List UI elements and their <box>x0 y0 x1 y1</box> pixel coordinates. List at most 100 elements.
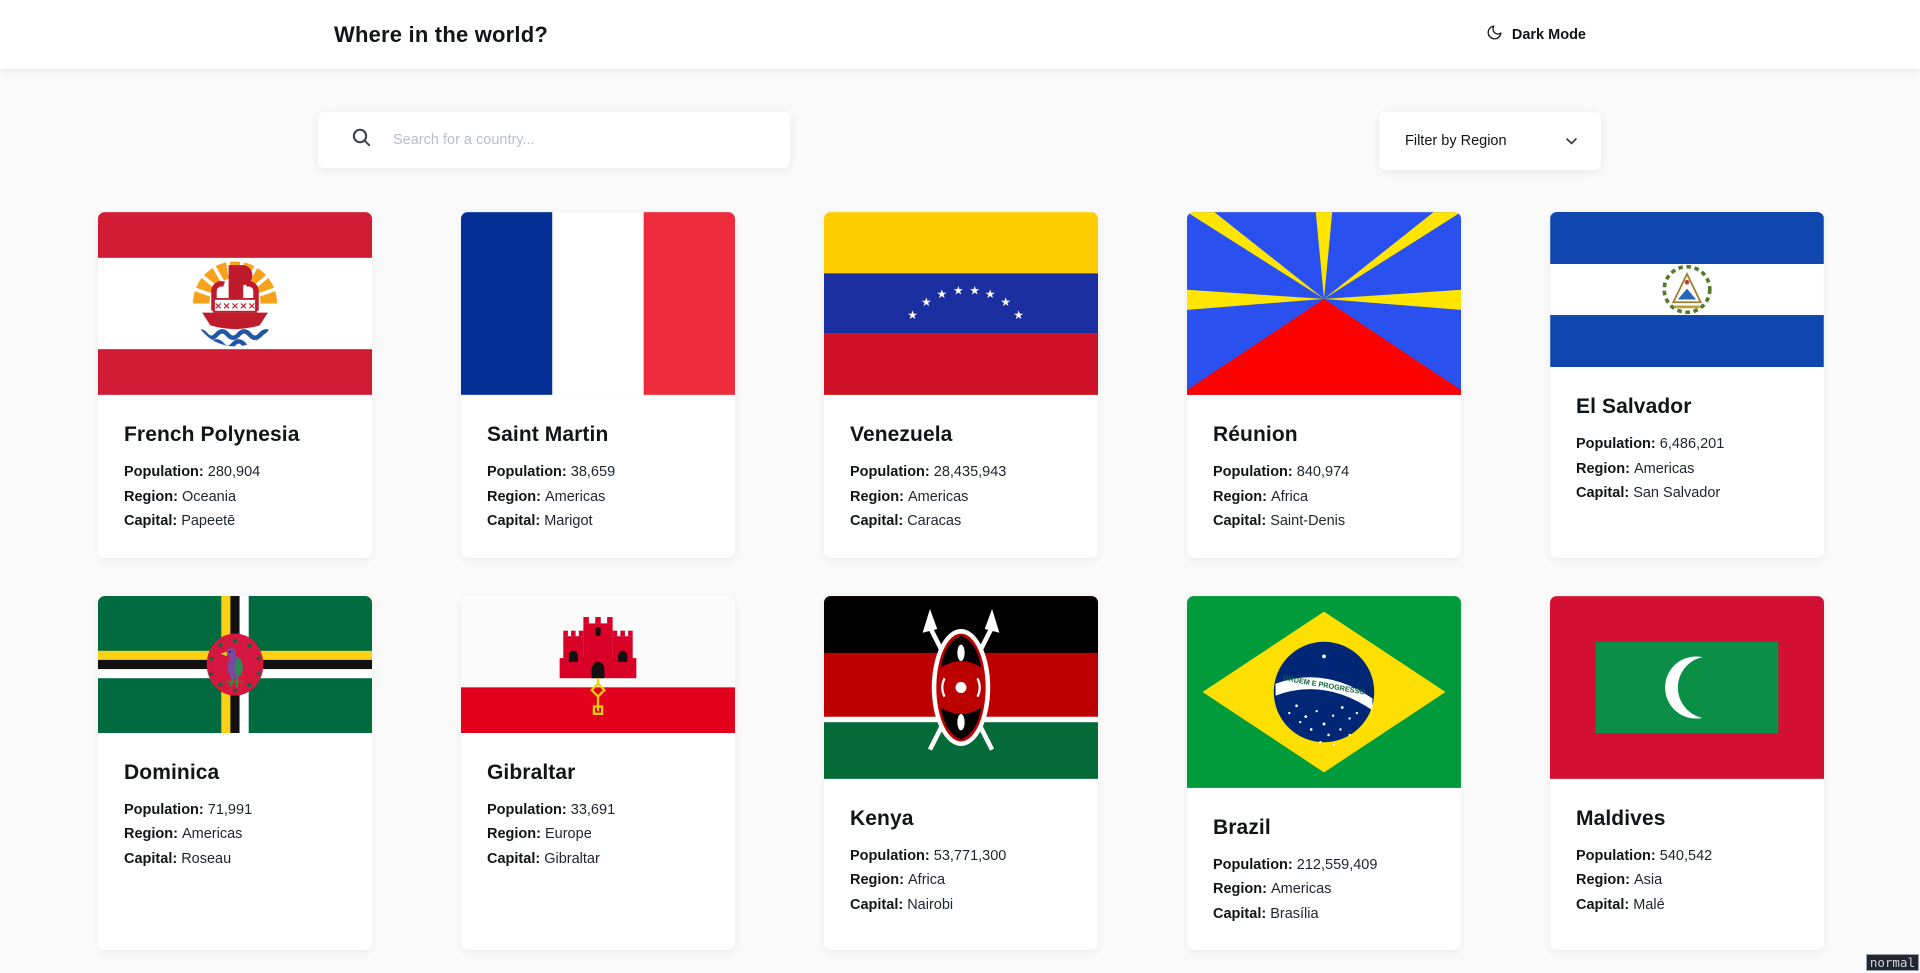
region-value: Americas <box>178 826 242 842</box>
svg-text:★: ★ <box>255 652 262 662</box>
capital-value: Nairobi <box>903 897 953 913</box>
search-icon <box>352 128 371 152</box>
dark-mode-toggle[interactable]: Dark Mode <box>1486 24 1586 45</box>
population-value: 38,659 <box>567 464 615 480</box>
country-name: Kenya <box>850 805 1072 833</box>
country-name: French Polynesia <box>124 421 346 449</box>
region-value: Americas <box>1630 461 1694 477</box>
flag-gibraltar <box>461 596 735 733</box>
capital-label: Capital: <box>1576 485 1629 501</box>
svg-text:★: ★ <box>246 640 253 650</box>
country-card-body: Saint Martin Population: 38,659Region: A… <box>461 395 735 558</box>
country-card-dominica[interactable]: ★★★★★★★★★★ Dominica Population: 71,991Re… <box>98 596 372 951</box>
capital-value: Marigot <box>540 513 592 529</box>
country-card-reunion[interactable]: Réunion Population: 840,974 Region: Afric… <box>1187 212 1461 558</box>
population-value: 840,974 <box>1293 464 1349 480</box>
country-name: Venezuela <box>850 421 1072 449</box>
region-line: Region: Africa <box>1213 485 1435 510</box>
population-line: Population: 53,771,300 <box>850 844 1072 869</box>
capital-value: Gibraltar <box>540 851 600 867</box>
population-value: 6,486,201 <box>1656 436 1725 452</box>
svg-text:★: ★ <box>953 283 964 297</box>
population-label: Population: <box>1213 857 1293 873</box>
capital-label: Capital: <box>487 513 540 529</box>
population-value: 71,991 <box>204 802 252 818</box>
capital-line: Capital: Caracas <box>850 509 1072 534</box>
capital-label: Capital: <box>1213 513 1266 529</box>
population-line: Population: 33,691 <box>487 798 709 823</box>
population-value: 212,559,409 <box>1293 857 1378 873</box>
population-label: Population: <box>850 464 930 480</box>
country-name: Brazil <box>1213 814 1435 842</box>
region-filter-select[interactable]: Filter by Region <box>1379 112 1601 170</box>
svg-text:★: ★ <box>1013 308 1024 322</box>
svg-text:★: ★ <box>217 679 224 689</box>
capital-line: Capital: Brasília <box>1213 902 1435 927</box>
capital-line: Capital: Marigot <box>487 509 709 534</box>
svg-text:★: ★ <box>217 640 224 650</box>
region-label: Region: <box>124 826 178 842</box>
population-value: 540,542 <box>1656 848 1712 864</box>
population-line: Population: 38,659 <box>487 460 709 485</box>
population-label: Population: <box>850 848 930 864</box>
svg-text:★: ★ <box>936 287 947 301</box>
search-input[interactable] <box>393 132 780 148</box>
population-label: Population: <box>1213 464 1293 480</box>
region-value: Asia <box>1630 872 1662 888</box>
region-line: Region: Americas <box>124 822 346 847</box>
svg-text:★: ★ <box>208 652 215 662</box>
capital-value: Malé <box>1629 897 1664 913</box>
svg-text:★: ★ <box>246 679 253 689</box>
region-line: Region: Americas <box>1213 877 1435 902</box>
region-value: Africa <box>1267 489 1308 505</box>
svg-text:★: ★ <box>921 295 932 309</box>
capital-label: Capital: <box>124 513 177 529</box>
country-card-saint-martin[interactable]: Saint Martin Population: 38,659Region: A… <box>461 212 735 558</box>
region-filter-label: Filter by Region <box>1405 133 1507 149</box>
country-card-body: El Salvador Population: 6,486,201Region:… <box>1550 367 1824 530</box>
country-name: Réunion <box>1213 421 1435 449</box>
flag-maldives <box>1550 596 1824 779</box>
region-value: Americas <box>541 489 605 505</box>
flag-reunion <box>1187 212 1461 395</box>
capital-line: Capital: San Salvador <box>1576 481 1798 506</box>
vim-mode-indicator: normal <box>1866 954 1919 971</box>
population-line: Population: 280,904 <box>124 460 346 485</box>
capital-label: Capital: <box>487 851 540 867</box>
region-line: Region: Africa <box>850 868 1072 893</box>
capital-line: Capital: Gibraltar <box>487 847 709 872</box>
country-card-french-polynesia[interactable]: ××××× French Polynesia Population: 280,9… <box>98 212 372 558</box>
capital-value: Brasília <box>1266 906 1318 922</box>
country-card-brazil[interactable]: ORDEM E PROGRESSO Brazil Population: 212… <box>1187 596 1461 951</box>
region-label: Region: <box>850 489 904 505</box>
region-label: Region: <box>1213 489 1267 505</box>
capital-value: Saint-Denis <box>1266 513 1345 529</box>
region-value: Africa <box>904 872 945 888</box>
capital-line: Capital: Roseau <box>124 847 346 872</box>
country-card-el-salvador[interactable]: El Salvador Population: 6,486,201Region:… <box>1550 212 1824 558</box>
capital-line: Capital: Malé <box>1576 893 1798 918</box>
flag-dominica: ★★★★★★★★★★ <box>98 596 372 733</box>
population-value: 28,435,943 <box>930 464 1007 480</box>
region-value: Oceania <box>178 489 236 505</box>
country-card-venezuela[interactable]: ★★★★★★★★ Venezuela Population: 28,435,94… <box>824 212 1098 558</box>
svg-text:★: ★ <box>208 668 215 678</box>
country-card-body: Réunion Population: 840,974 Region: Afric… <box>1187 395 1461 558</box>
capital-value: Caracas <box>903 513 961 529</box>
population-label: Population: <box>124 802 204 818</box>
population-label: Population: <box>487 802 567 818</box>
region-label: Region: <box>850 872 904 888</box>
svg-text:★: ★ <box>231 635 238 645</box>
svg-text:★: ★ <box>985 287 996 301</box>
app-header: Where in the world? Dark Mode <box>0 0 1920 69</box>
country-card-gibraltar[interactable]: Gibraltar Population: 33,691Region: Euro… <box>461 596 735 951</box>
country-card-kenya[interactable]: Kenya Population: 53,771,300Region: Afri… <box>824 596 1098 951</box>
region-line: Region: Oceania <box>124 485 346 510</box>
country-card-maldives[interactable]: Maldives Population: 540,542Region: Asia… <box>1550 596 1824 951</box>
population-label: Population: <box>487 464 567 480</box>
country-card-body: Brazil Population: 212,559,409 Region: Am… <box>1187 788 1461 951</box>
flag-el-salvador <box>1550 212 1824 367</box>
region-line: Region: Americas <box>850 485 1072 510</box>
population-line: Population: 28,435,943 <box>850 460 1072 485</box>
moon-icon <box>1486 24 1503 45</box>
